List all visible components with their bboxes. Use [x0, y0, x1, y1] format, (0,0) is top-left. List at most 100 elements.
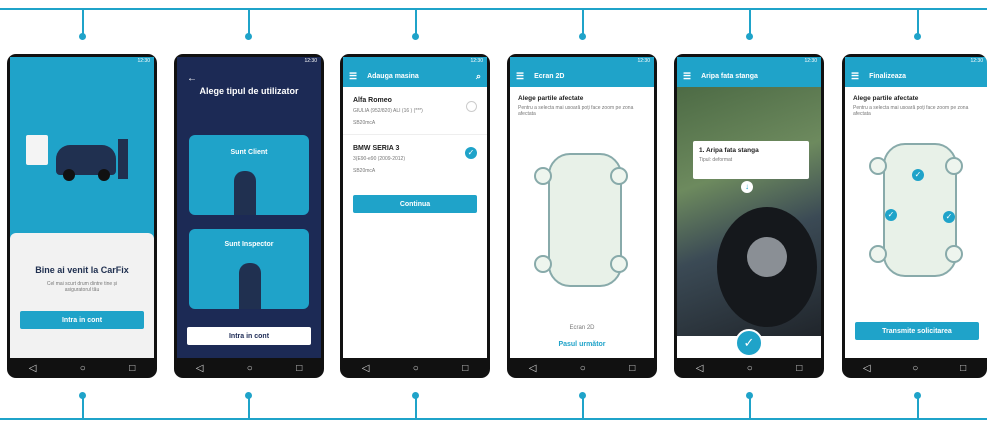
android-navbar: ◁ ○ □ [842, 358, 987, 378]
login-button[interactable]: Intra in cont [20, 311, 144, 329]
back-icon[interactable]: ◁ [362, 363, 370, 374]
menu-icon[interactable]: ☰ [851, 71, 859, 82]
recent-icon[interactable]: □ [629, 363, 635, 374]
inspector-option-label: Sunt Inspector [224, 241, 274, 248]
damage-type: Tipul: deformat [699, 157, 733, 163]
damage-card: 1. Aripa fata stanga Tipul: deformat [693, 141, 809, 179]
damaged-car-photo [677, 87, 821, 336]
check-icon[interactable]: ✓ [943, 211, 955, 223]
recent-icon[interactable]: □ [296, 363, 302, 374]
wheel[interactable] [869, 157, 887, 175]
status-bar: 12:30 [510, 57, 654, 65]
continue-button[interactable]: Continua [353, 195, 477, 213]
menu-icon[interactable]: ☰ [349, 71, 357, 82]
phone-2d-screen: 12:30 ☰ Ecran 2D Alege partile afectate … [507, 54, 657, 378]
connector [582, 10, 584, 34]
timeline-top [0, 8, 987, 10]
car-diagram[interactable]: ✓ ✓ ✓ [845, 135, 987, 285]
connector [248, 396, 250, 418]
arrow-down-icon[interactable]: ↓ [741, 181, 753, 193]
client-option-label: Sunt Client [230, 149, 268, 156]
car-item[interactable]: Alfa Romeo GIULIA (952/820) ALI (16 ) (*… [343, 87, 487, 135]
phone-camera: 12:30 ☰ Aripa fata stanga 1. Aripa fata … [674, 54, 824, 378]
connector-dot [746, 33, 753, 40]
connector [415, 396, 417, 418]
recent-icon[interactable]: □ [462, 363, 468, 374]
home-icon[interactable]: ○ [580, 363, 586, 374]
check-icon[interactable]: ✓ [912, 169, 924, 181]
android-navbar: ◁ ○ □ [340, 358, 490, 378]
app-bar: ☰ Finalizeaza [845, 65, 987, 87]
car-name: BMW SERIA 3 [353, 145, 400, 152]
wheel[interactable] [610, 255, 628, 273]
car-plate: SB20mcA [353, 120, 376, 126]
connector [917, 10, 919, 34]
connector [82, 10, 84, 34]
status-bar: 12:30 [677, 57, 821, 65]
damage-title: 1. Aripa fata stanga [699, 147, 759, 154]
status-bar: 12:30 [343, 57, 487, 65]
login-button[interactable]: Intra in cont [187, 327, 311, 345]
connector-dot [579, 33, 586, 40]
android-navbar: ◁ ○ □ [507, 358, 657, 378]
home-icon[interactable]: ○ [747, 363, 753, 374]
submit-request-button[interactable]: Transmite solicitarea [855, 322, 979, 340]
recent-icon[interactable]: □ [960, 363, 966, 374]
back-icon[interactable]: ◁ [196, 363, 204, 374]
back-arrow-icon[interactable]: ← [187, 73, 321, 84]
connector [917, 396, 919, 418]
wheel[interactable] [534, 167, 552, 185]
back-icon[interactable]: ◁ [863, 363, 871, 374]
connector [248, 10, 250, 34]
inspector-option[interactable]: Sunt Inspector [189, 229, 309, 309]
android-navbar: ◁ ○ □ [7, 358, 157, 378]
back-icon[interactable]: ◁ [529, 363, 537, 374]
back-icon[interactable]: ◁ [29, 363, 37, 374]
car-name: Alfa Romeo [353, 97, 392, 104]
wheel[interactable] [534, 255, 552, 273]
radio-unselected[interactable] [466, 101, 477, 112]
app-bar: ☰ Adauga masina ⌕ [343, 65, 487, 87]
app-bar: ☰ Aripa fata stanga [677, 65, 821, 87]
home-icon[interactable]: ○ [80, 363, 86, 374]
menu-icon[interactable]: ☰ [516, 71, 524, 82]
phone-welcome: 12:30 Bine ai venit la CarFix Cel mai sc… [7, 54, 157, 378]
wheel[interactable] [945, 157, 963, 175]
connector-dot [914, 33, 921, 40]
recent-icon[interactable]: □ [129, 363, 135, 374]
connector [749, 396, 751, 418]
check-icon[interactable]: ✓ [465, 147, 477, 159]
search-icon[interactable]: ⌕ [476, 71, 481, 82]
check-icon[interactable]: ✓ [885, 209, 897, 221]
connector [749, 10, 751, 34]
phone-finalize: 12:30 ☰ Finalizeaza Alege partile afecta… [842, 54, 987, 378]
car-detail: GIULIA (952/820) ALI (16 ) (***) [353, 108, 423, 114]
app-bar-title: Ecran 2D [534, 72, 565, 80]
phone-user-type: 12:30 ← Alege tipul de utilizator Sunt C… [174, 54, 324, 378]
next-step-link[interactable]: Pasul următor [510, 341, 654, 348]
client-option[interactable]: Sunt Client [189, 135, 309, 215]
connector-dot [245, 33, 252, 40]
connector [82, 396, 84, 418]
screen-caption: Ecran 2D [569, 325, 595, 331]
welcome-title: Bine ai venit la CarFix [35, 265, 129, 275]
app-bar-title: Aripa fata stanga [701, 72, 758, 80]
recent-icon[interactable]: □ [796, 363, 802, 374]
wheel[interactable] [869, 245, 887, 263]
menu-icon[interactable]: ☰ [683, 71, 691, 82]
home-icon[interactable]: ○ [912, 363, 918, 374]
wheel[interactable] [945, 245, 963, 263]
home-icon[interactable]: ○ [413, 363, 419, 374]
home-icon[interactable]: ○ [247, 363, 253, 374]
section-desc: Pentru a selecta mai usoară poți face zo… [518, 105, 634, 117]
car-item[interactable]: BMW SERIA 3 3(E90-e90 (2009-2012) SB20mc… [343, 135, 487, 182]
car-detail: 3(E90-e90 (2009-2012) [353, 156, 405, 162]
status-bar: 12:30 [845, 57, 987, 65]
car-diagram[interactable] [510, 145, 654, 295]
back-icon[interactable]: ◁ [696, 363, 704, 374]
welcome-card: Bine ai venit la CarFix Cel mai scurt dr… [10, 233, 154, 358]
status-bar: 12:30 [304, 58, 317, 64]
wheel[interactable] [610, 167, 628, 185]
capture-button[interactable]: ✓ [735, 329, 763, 357]
page-title: Alege tipul de utilizator [199, 86, 299, 96]
